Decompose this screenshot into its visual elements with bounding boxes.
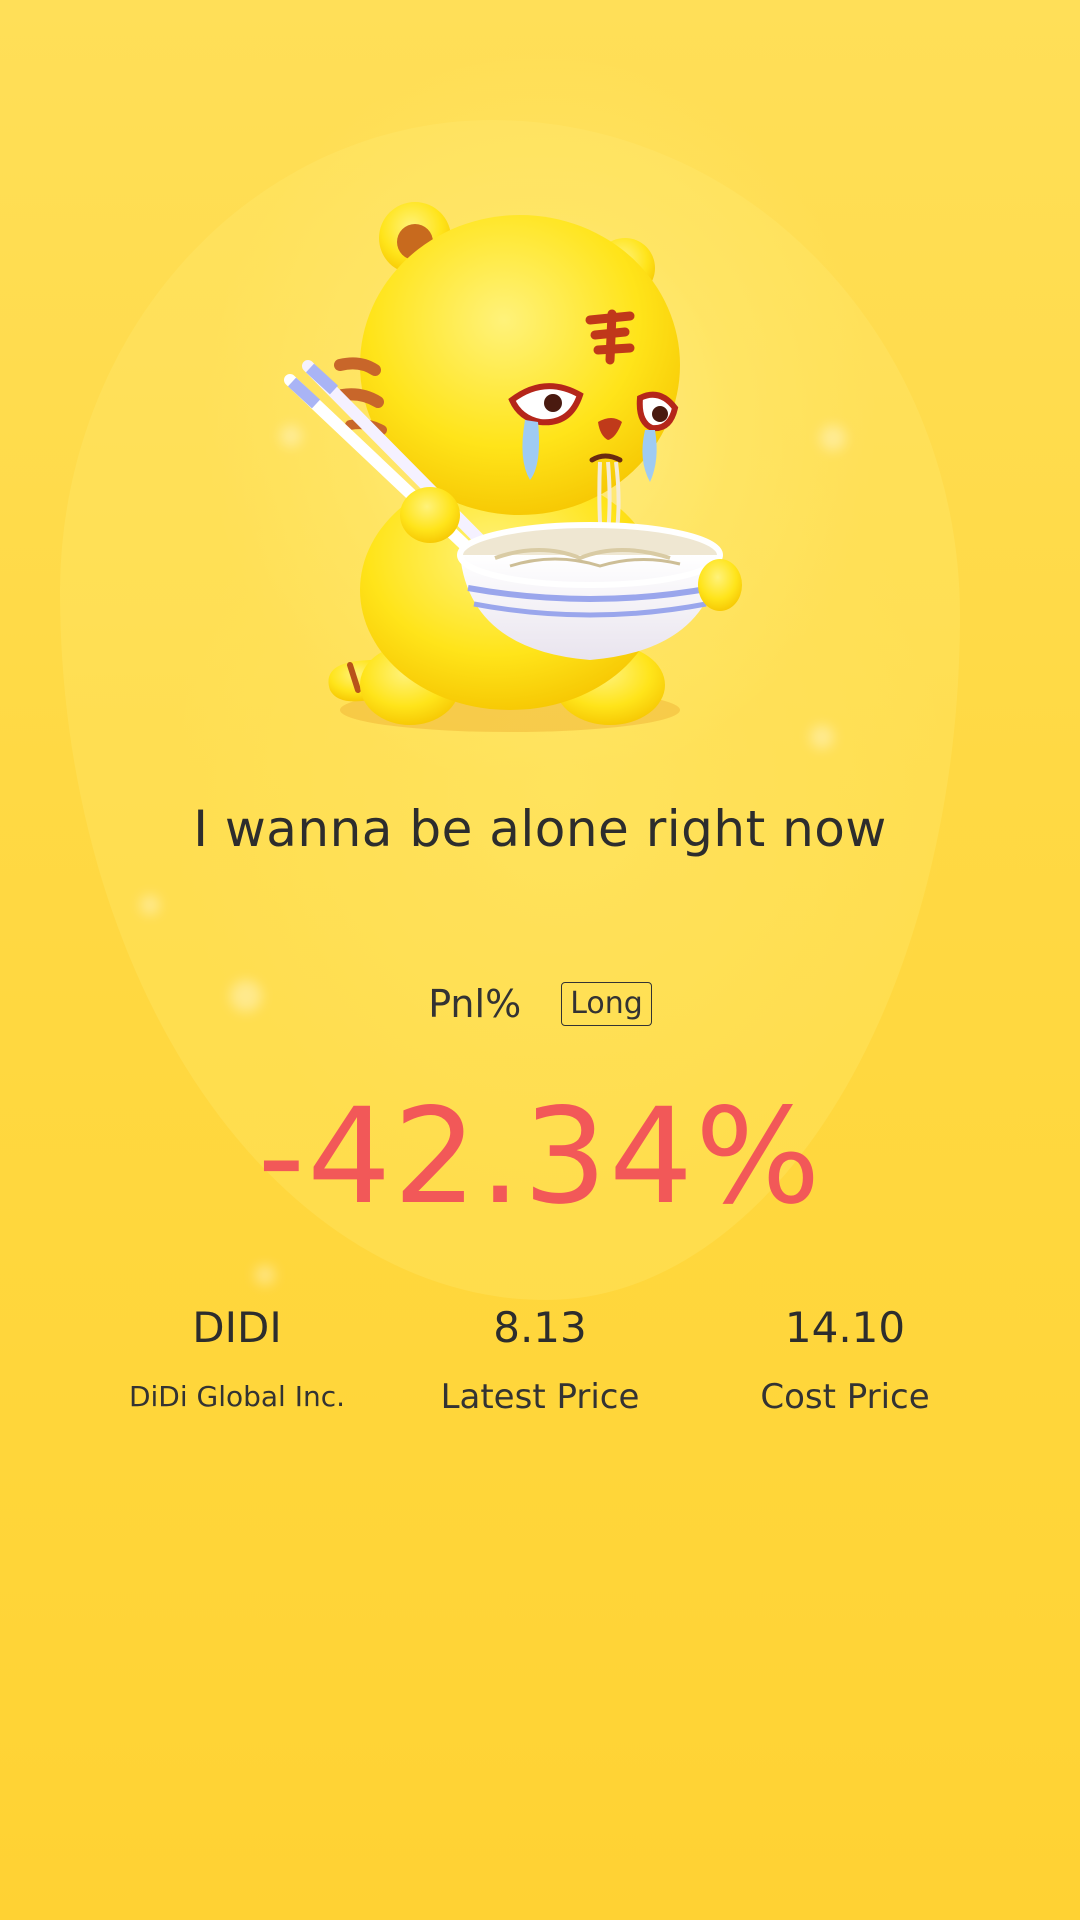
latest-price: 8.13 Latest Price: [390, 1300, 690, 1420]
pnl-header: Pnl% Long: [0, 982, 1080, 1026]
stock-name: DiDi Global Inc.: [128, 1380, 346, 1413]
sparkle: [255, 1265, 275, 1285]
sparkle: [820, 425, 846, 451]
mood-headline: I wanna be alone right now: [193, 800, 887, 858]
cost-price-label: Cost Price: [760, 1377, 930, 1417]
latest-price-value: 8.13: [493, 1303, 587, 1352]
stock-symbol: DIDI: [192, 1303, 282, 1352]
crying-tiger-eating-noodles-icon: [284, 202, 742, 732]
cost-price-value: 14.10: [784, 1303, 906, 1352]
cost-price: 14.10 Cost Price: [695, 1300, 995, 1420]
stock-info: DIDI DiDi Global Inc.: [87, 1300, 387, 1420]
sparkle: [810, 725, 834, 749]
sparkle: [140, 895, 160, 915]
pnl-value: -42.34%: [257, 1080, 823, 1234]
pnl-label: Pnl%: [428, 982, 522, 1026]
latest-price-label: Latest Price: [440, 1377, 640, 1417]
position-badge: Long: [561, 982, 652, 1026]
